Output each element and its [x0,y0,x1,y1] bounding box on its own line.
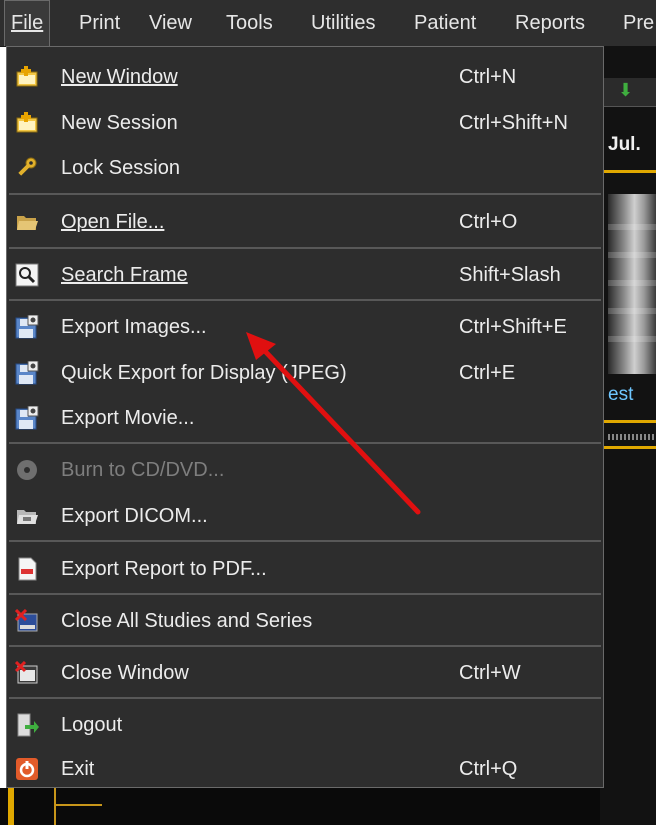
menu-separator [9,645,601,647]
menu-item-new-window[interactable]: New Window Ctrl+N [7,55,603,99]
menu-item-shortcut: Shift+Slash [459,264,561,286]
menu-bar: File Print View Tools Utilities Patient … [0,0,656,47]
menu-separator [9,697,601,699]
menu-item-export-dicom[interactable]: Export DICOM... [7,494,603,538]
menu-item-export-pdf[interactable]: Export Report to PDF... [7,547,603,591]
export-icon [15,406,39,430]
menu-item-search-frame[interactable]: Search Frame Shift+Slash [7,253,603,297]
background-toolbar: ⬇ [600,78,656,107]
menu-item-label: Lock Session [61,157,180,179]
menu-file[interactable]: File [4,0,51,46]
menu-reports[interactable]: Reports [515,0,585,46]
menu-item-shortcut: Ctrl+Shift+N [459,112,568,134]
menu-patient[interactable]: Patient [414,0,476,46]
menu-item-shortcut: Ctrl+E [459,362,516,384]
disc-icon [17,460,37,480]
menu-item-label: Export Movie... [61,407,195,429]
pdf-icon [18,557,37,581]
yellow-divider [600,170,656,173]
new-window-icon [16,66,38,87]
menu-item-burn-cd: Burn to CD/DVD... [7,448,603,492]
menu-item-label: Export DICOM... [61,505,208,527]
menu-view-label: View [149,12,192,34]
menu-item-open-file[interactable]: Open File... Ctrl+O [7,200,603,244]
menu-item-label: Search Frame [61,264,188,286]
viewer-bottom-area [0,788,600,825]
menu-item-label: Open File... [61,211,165,233]
yellow-divider [600,420,656,423]
menu-tools-label: Tools [226,12,273,34]
menu-item-label: Quick Export for Display (JPEG) [61,362,347,384]
dotted-separator [608,434,656,440]
folder-open-icon [17,216,38,230]
menu-item-exit[interactable]: Exit Ctrl+Q [7,747,603,791]
menu-separator [9,540,601,542]
menu-item-label: Logout [61,714,123,736]
key-icon [18,157,37,176]
ruler-tick [54,788,56,825]
menu-item-export-movie[interactable]: Export Movie... [7,396,603,440]
menu-preferences-label: Pre [623,12,655,34]
menu-item-label: Burn to CD/DVD... [61,459,225,481]
search-icon [15,263,39,287]
menu-separator [9,299,601,301]
menu-item-label: Exit [61,758,95,780]
xray-thumbnail[interactable] [608,194,656,374]
menu-item-label: Export Images... [61,316,207,338]
yellow-divider [600,446,656,449]
folder-export-icon [17,510,38,524]
menu-separator [9,193,601,195]
download-arrow-icon[interactable]: ⬇ [618,80,633,101]
menu-item-shortcut: Ctrl+Shift+E [459,316,567,338]
menu-item-export-images[interactable]: Export Images... Ctrl+Shift+E [7,305,603,349]
menu-item-label: New Session [61,112,178,134]
menu-item-logout[interactable]: Logout [7,703,603,747]
menu-preferences[interactable]: Pre [623,0,654,46]
close-window-icon [15,661,38,684]
menu-file-label: File [11,12,44,34]
menu-separator [9,247,601,249]
menu-reports-label: Reports [515,12,586,34]
menu-item-new-session[interactable]: New Session Ctrl+Shift+N [7,101,603,145]
file-menu-dropdown: New Window Ctrl+N New Session Ctrl+Shift… [6,46,604,788]
study-date-fragment: Jul. [608,134,641,155]
menu-item-shortcut: Ctrl+O [459,211,518,233]
menu-print-label: Print [79,12,121,34]
series-label-fragment: est [608,384,634,405]
new-session-icon [16,112,38,133]
background-viewer: ⬇ Jul. est [600,46,656,825]
menu-item-label: Close All Studies and Series [61,610,313,632]
menu-utilities-label: Utilities [311,12,376,34]
menu-item-lock-session[interactable]: Lock Session [7,146,603,190]
close-all-icon [15,609,38,632]
menu-separator [9,442,601,444]
menu-item-quick-export[interactable]: Quick Export for Display (JPEG) Ctrl+E [7,351,603,395]
menu-item-close-all[interactable]: Close All Studies and Series [7,599,603,643]
logout-icon [17,713,39,737]
menu-print[interactable]: Print [79,0,120,46]
menu-separator [9,593,601,595]
menu-view[interactable]: View [149,0,192,46]
menu-patient-label: Patient [414,12,477,34]
export-icon [15,361,39,385]
menu-item-shortcut: Ctrl+Q [459,758,518,780]
menu-item-label: Export Report to PDF... [61,558,267,580]
menu-item-label: New Window [61,66,178,88]
export-icon [15,315,39,339]
menu-item-close-window[interactable]: Close Window Ctrl+W [7,651,603,695]
menu-item-label: Close Window [61,662,189,684]
menu-item-shortcut: Ctrl+W [459,662,521,684]
yellow-edge-marker [8,788,14,825]
ruler-tick [54,804,102,806]
menu-tools[interactable]: Tools [226,0,273,46]
menu-item-shortcut: Ctrl+N [459,66,517,88]
menu-utilities[interactable]: Utilities [311,0,375,46]
power-icon [16,758,38,780]
